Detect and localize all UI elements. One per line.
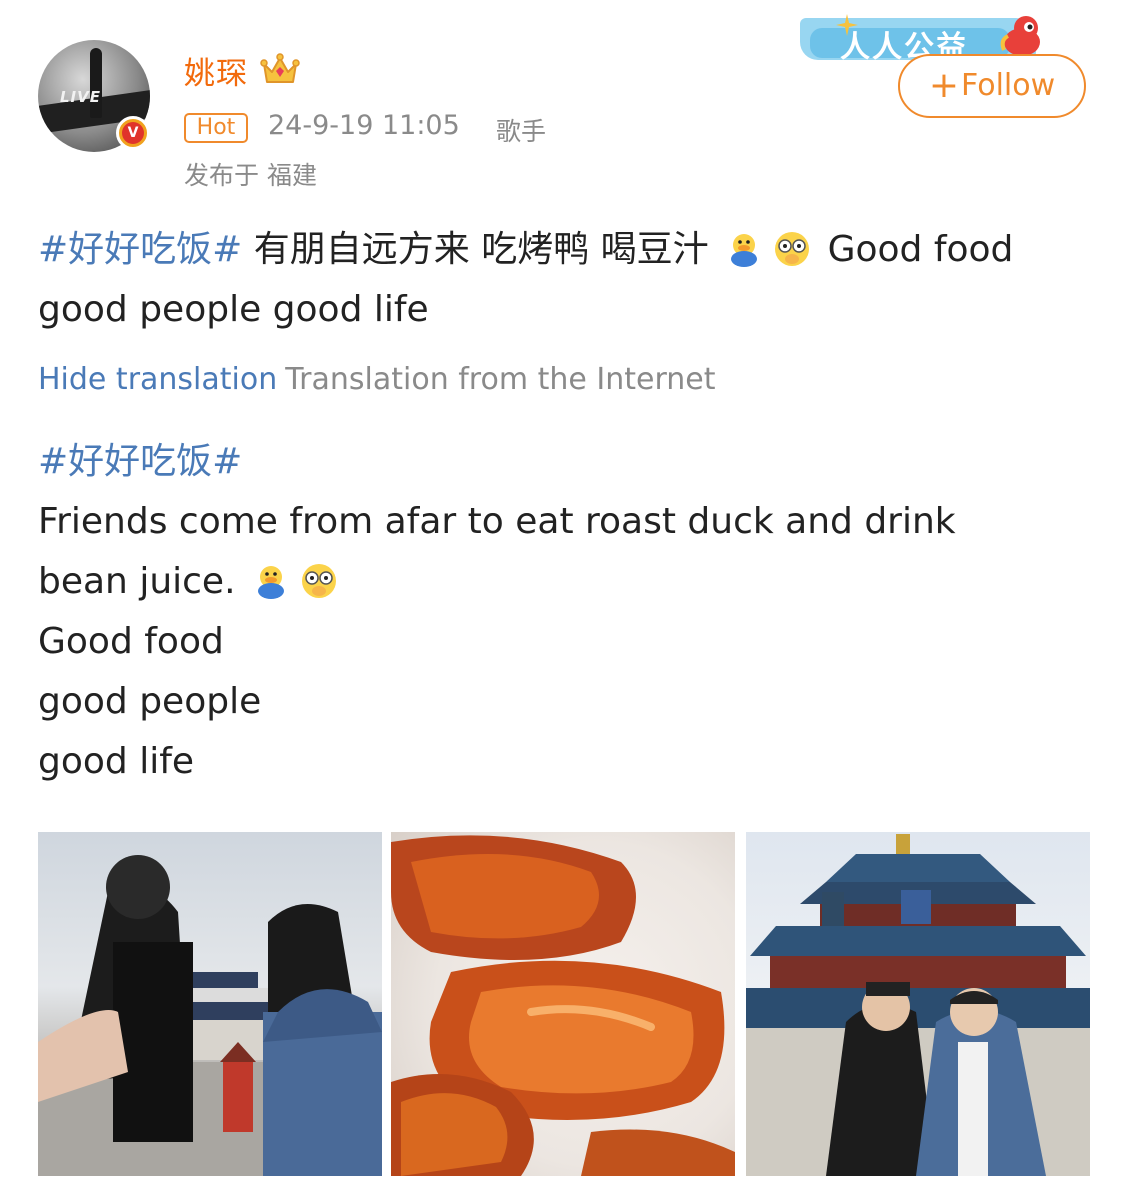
duck-emoji-icon bbox=[257, 566, 284, 599]
post-location: 发布于 福建 bbox=[184, 161, 317, 190]
translated-line-3: Good food bbox=[38, 621, 224, 662]
translated-line-2-row: bean juice. bbox=[38, 552, 1098, 612]
v-verified-icon: V bbox=[122, 122, 144, 144]
temple-selfie-photo-graphic bbox=[746, 834, 1090, 1176]
username[interactable]: 姚琛 bbox=[184, 48, 248, 93]
temple-photo-graphic bbox=[38, 855, 382, 1176]
post-text: #好好吃饭# 有朋自远方来 吃烤鸭 喝豆汁 Good food good peo… bbox=[38, 220, 1098, 340]
post-text-cn: 有朋自远方来 吃烤鸭 喝豆汁 bbox=[242, 229, 709, 270]
duck-emoji-icon bbox=[731, 234, 758, 267]
crown-icon bbox=[260, 53, 300, 83]
plus-icon: + bbox=[928, 65, 960, 106]
post-image-2[interactable] bbox=[391, 832, 735, 1176]
post-image-1[interactable] bbox=[38, 832, 382, 1176]
translated-line-2: bean juice. bbox=[38, 561, 236, 602]
user-role: 歌手 bbox=[496, 117, 547, 146]
post-timestamp: 24-9-19 11:05 bbox=[268, 110, 460, 141]
translated-line-4: good people bbox=[38, 681, 262, 722]
sparkle-icon bbox=[836, 14, 858, 36]
avatar-figure-graphic bbox=[90, 48, 102, 118]
translated-hashtag-link[interactable]: #好好吃饭# bbox=[38, 432, 1098, 492]
peeking-face-emoji-icon bbox=[301, 564, 336, 598]
verified-badge-icon: V bbox=[116, 116, 150, 150]
post-image-3[interactable] bbox=[746, 832, 1090, 1176]
post-text-en: Good food bbox=[827, 229, 1014, 270]
translated-text: #好好吃饭# Friends come from afar to eat roa… bbox=[38, 432, 1098, 792]
hide-translation-link[interactable]: Hide translation bbox=[38, 362, 277, 397]
peeking-face-emoji-icon bbox=[775, 232, 810, 266]
hot-badge: Hot bbox=[184, 113, 248, 143]
follow-button-label: Follow bbox=[961, 68, 1056, 103]
translated-line-5: good life bbox=[38, 741, 195, 782]
follow-button[interactable]: +Follow bbox=[898, 54, 1086, 118]
translated-line-1: Friends come from afar to eat roast duck… bbox=[38, 501, 956, 542]
translation-source: Translation from the Internet bbox=[285, 362, 716, 397]
post-text-line2: good people good life bbox=[38, 289, 429, 330]
roast-duck-photo-graphic bbox=[391, 835, 735, 1176]
hashtag-link[interactable]: #好好吃饭# bbox=[38, 229, 242, 270]
translation-row: Hide translation Translation from the Int… bbox=[38, 362, 716, 397]
avatar-logo-text: LIVE bbox=[60, 88, 101, 106]
